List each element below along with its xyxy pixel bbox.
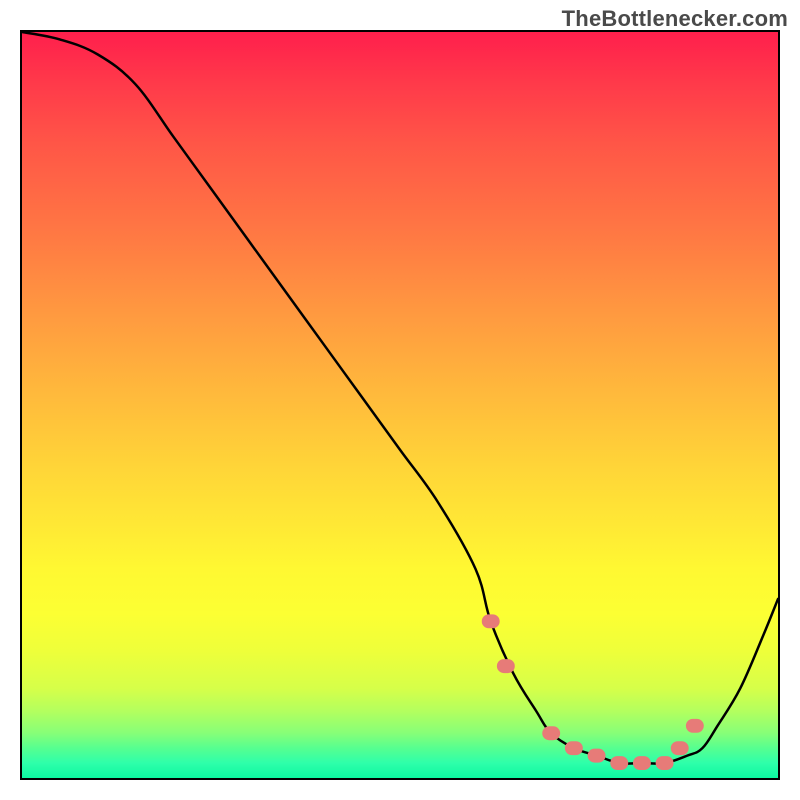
marker-point (671, 741, 689, 755)
marker-point (588, 749, 606, 763)
marker-point (482, 614, 500, 628)
chart-svg (22, 32, 778, 778)
marker-point (633, 756, 651, 770)
marker-group (482, 614, 704, 770)
watermark-label: TheBottlenecker.com (562, 6, 788, 32)
marker-point (610, 756, 628, 770)
marker-point (542, 726, 560, 740)
marker-point (565, 741, 583, 755)
marker-point (686, 719, 704, 733)
bottleneck-curve (22, 32, 778, 764)
plot-area (20, 30, 780, 780)
chart-container: TheBottlenecker.com (0, 0, 800, 800)
marker-point (656, 756, 674, 770)
marker-point (497, 659, 515, 673)
